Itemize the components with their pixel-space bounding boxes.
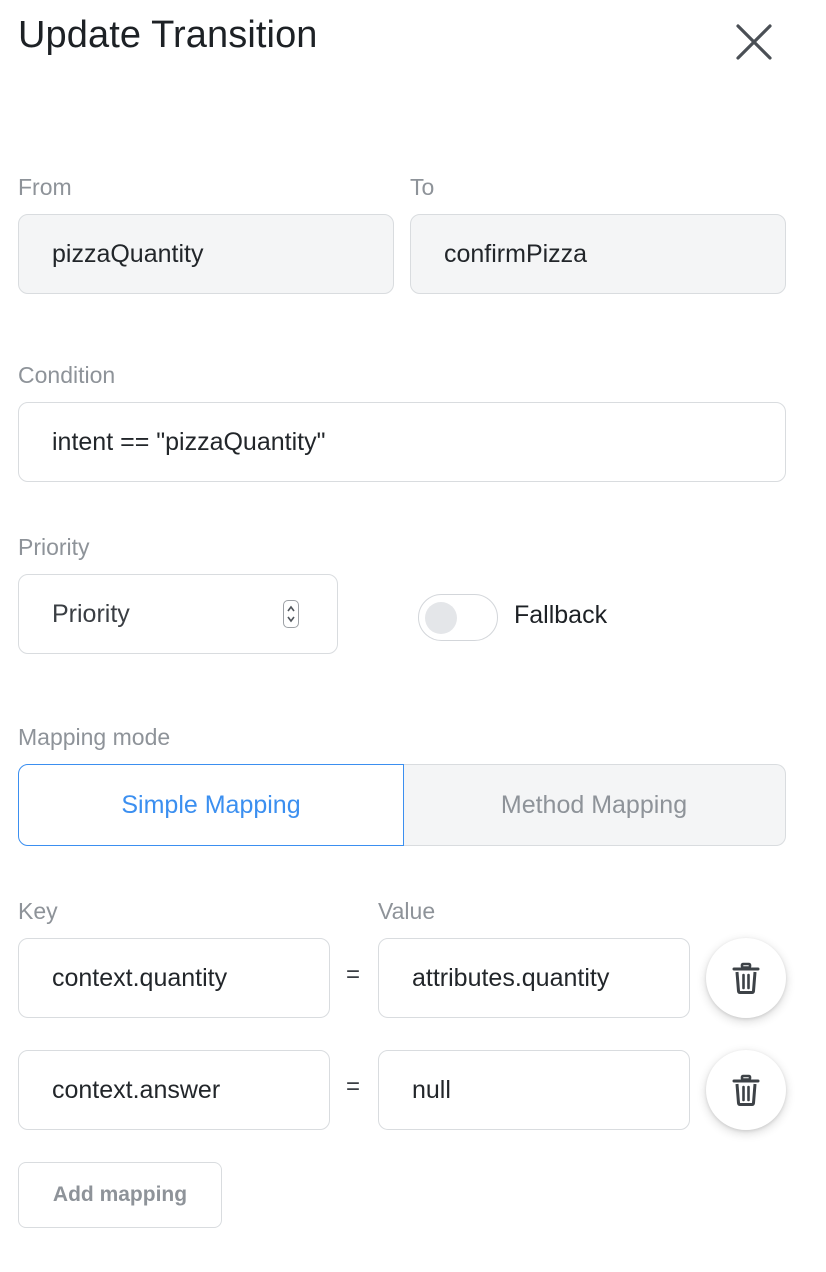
to-value: confirmPizza <box>444 239 588 268</box>
priority-placeholder: Priority <box>52 599 130 628</box>
from-field[interactable]: pizzaQuantity <box>18 214 394 294</box>
add-mapping-button[interactable]: Add mapping <box>18 1162 222 1228</box>
delete-mapping-button[interactable] <box>706 938 786 1018</box>
mapping-key-value: context.quantity <box>52 963 228 992</box>
mapping-value-input[interactable]: null <box>378 1050 690 1130</box>
mapping-key-input[interactable]: context.answer <box>18 1050 330 1130</box>
mapping-value-input[interactable]: attributes.quantity <box>378 938 690 1018</box>
condition-label: Condition <box>18 362 116 388</box>
mapping-key-input[interactable]: context.quantity <box>18 938 330 1018</box>
mapping-value-value: attributes.quantity <box>412 963 610 992</box>
condition-input[interactable]: intent == "pizzaQuantity" <box>18 402 786 482</box>
mapping-value-value: null <box>412 1075 451 1104</box>
delete-mapping-button[interactable] <box>706 1050 786 1130</box>
key-label: Key <box>18 898 58 924</box>
equals-sign: = <box>346 961 361 988</box>
to-field[interactable]: confirmPizza <box>410 214 786 294</box>
method-mapping-tab[interactable]: Method Mapping <box>403 764 786 846</box>
condition-value: intent == "pizzaQuantity" <box>52 427 326 456</box>
trash-icon <box>732 962 760 994</box>
trash-icon <box>732 1074 760 1106</box>
mapping-mode-label: Mapping mode <box>18 724 171 750</box>
mapping-key-value: context.answer <box>52 1075 221 1104</box>
close-icon <box>736 24 772 60</box>
page-title: Update Transition <box>18 14 318 56</box>
from-value: pizzaQuantity <box>52 239 204 268</box>
equals-sign: = <box>346 1073 361 1100</box>
close-button[interactable] <box>734 22 774 62</box>
fallback-toggle[interactable] <box>418 594 498 641</box>
priority-stepper[interactable] <box>283 600 299 628</box>
value-label: Value <box>378 898 436 924</box>
simple-mapping-tab[interactable]: Simple Mapping <box>18 764 404 846</box>
to-label: To <box>410 174 435 200</box>
stepper-arrows-icon <box>287 605 295 623</box>
toggle-knob <box>425 602 457 634</box>
fallback-label: Fallback <box>514 601 608 629</box>
from-label: From <box>18 174 72 200</box>
priority-label: Priority <box>18 534 90 560</box>
